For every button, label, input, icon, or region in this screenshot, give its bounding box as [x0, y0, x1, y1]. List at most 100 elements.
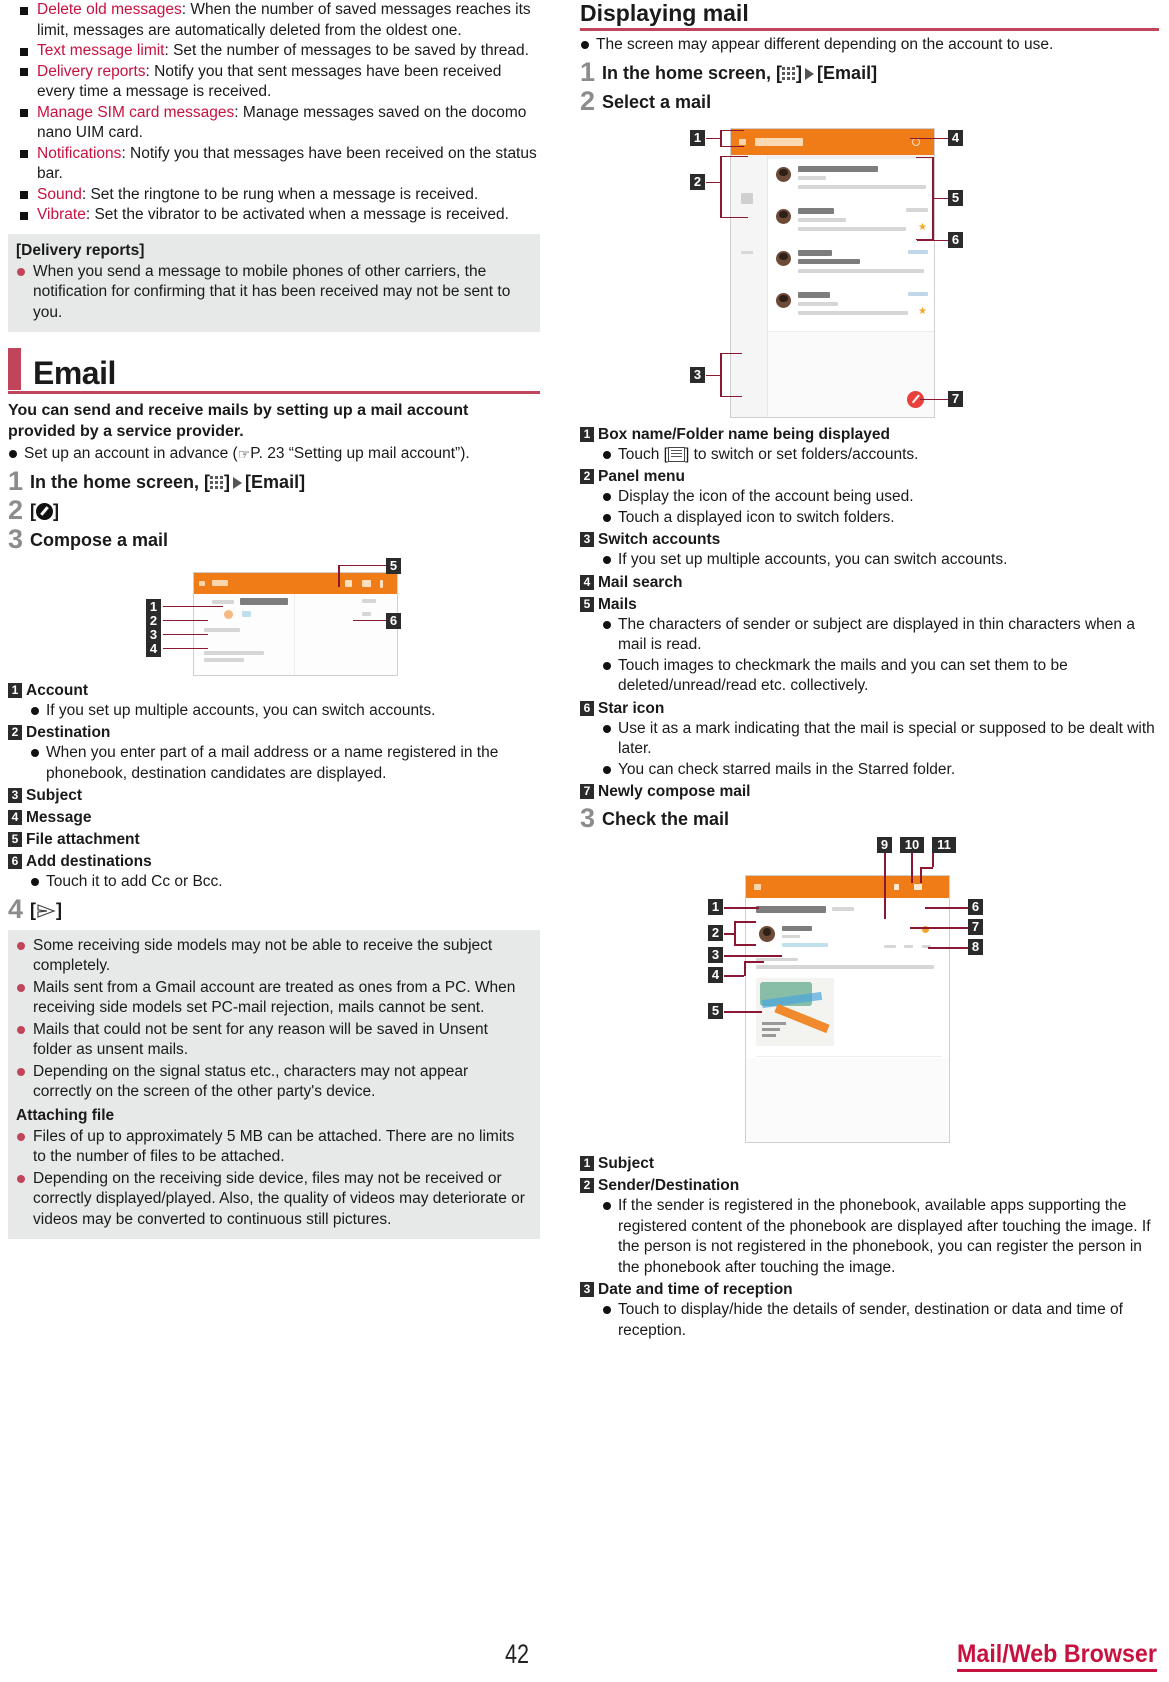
- desc-sub-text: You can check starred mails in the Starr…: [618, 760, 956, 778]
- list-item: When you send a message to mobile phones…: [16, 262, 530, 324]
- square-bullet-icon: [20, 6, 28, 15]
- callout-marker: 6: [8, 854, 22, 869]
- chevron-right-icon: [233, 476, 243, 489]
- step-1: 1 In the home screen, [] [Email]: [8, 465, 540, 496]
- mail-detail-figure: 9 10 11 1 2 3 4 5 6 7 8: [580, 837, 1159, 1149]
- app-bar: [731, 128, 934, 155]
- list-item: The screen may appear different dependin…: [580, 35, 1159, 56]
- round-bullet-icon: [17, 1025, 25, 1034]
- desc-label: Panel menu: [598, 468, 685, 485]
- figure-callout-1: 1: [708, 899, 723, 915]
- step-text-post: ]: [53, 500, 59, 521]
- leader-line: [720, 129, 744, 131]
- desc-sub-text: Touch to display/hide the details of sen…: [618, 1301, 1123, 1339]
- leader-line: [720, 395, 742, 397]
- app-drawer-icon: [782, 66, 796, 81]
- list-item: You can check starred mails in the Starr…: [602, 760, 1159, 781]
- leader-line: [353, 619, 386, 621]
- star-icon[interactable]: ★: [918, 222, 927, 233]
- callout-marker: 1: [580, 1156, 594, 1171]
- leader-line: [920, 867, 933, 869]
- app-bar: [194, 572, 397, 594]
- leader-line: [338, 564, 386, 566]
- figure-callout-5: 5: [948, 189, 963, 206]
- leader-line: [920, 867, 922, 883]
- list-item: Touch images to checkmark the mails and …: [602, 656, 1159, 697]
- page-number: 42: [505, 1639, 530, 1669]
- list-item: Sound: Set the ringtone to be rung when …: [16, 185, 540, 206]
- step-number: 1: [8, 465, 24, 496]
- compose-description-list: 1 Account If you set up multiple accounts…: [8, 680, 540, 893]
- attached-image-thumbnail[interactable]: [756, 978, 834, 1046]
- detail-description-list: 1 Subject 2 Sender/Destination If the send…: [580, 1153, 1159, 1341]
- note-list: When you send a message to mobile phones…: [16, 262, 530, 324]
- round-bullet-icon: [17, 1067, 25, 1076]
- setting-term: Text message limit: [37, 42, 165, 59]
- round-bullet-icon: [31, 706, 39, 715]
- sms-settings-list: Delete old messages: When the number of …: [8, 0, 540, 226]
- desc-label: Subject: [26, 787, 82, 804]
- leader-line: [720, 352, 742, 354]
- figure-callout-6: 6: [948, 231, 963, 248]
- figure-callout-5: 5: [708, 1003, 723, 1019]
- list-item: If you set up multiple accounts, you can…: [602, 550, 1159, 571]
- leader-line: [884, 853, 886, 919]
- square-bullet-icon: [20, 68, 28, 76]
- setting-term: Delete old messages: [37, 1, 182, 18]
- desc-sub-text: Touch it to add Cc or Bcc.: [46, 873, 223, 890]
- desc-label: Mails: [598, 595, 637, 613]
- note-title: [Delivery reports]: [16, 241, 145, 259]
- round-bullet-icon: [17, 1132, 25, 1141]
- step-text-pre: In the home screen, [: [30, 471, 211, 492]
- leader-line: [163, 647, 208, 649]
- step-4: 4 []: [8, 895, 540, 922]
- setting-term: Notifications: [37, 144, 122, 162]
- page-footer: 42 Mail/Web Browser: [0, 1612, 1169, 1682]
- desc-sub-list: Display the icon of the account being us…: [602, 487, 1159, 528]
- note-text: Some receiving side models may not be ab…: [33, 936, 493, 975]
- setting-term: Sound: [37, 185, 82, 203]
- send-arrow-icon: [36, 901, 56, 918]
- list-item: Files of up to approximately 5 MB can be…: [16, 1127, 530, 1168]
- desc-label: Star icon: [598, 699, 665, 717]
- leader-line: [932, 853, 934, 867]
- setting-term: Delivery reports: [37, 62, 146, 80]
- manual-page: Delete old messages: When the number of …: [0, 0, 1169, 1682]
- leader-line: [720, 216, 748, 218]
- desc-sub-list: Touch it to add Cc or Bcc.: [30, 872, 540, 893]
- mail-list-figure: ★ ★ 1 2 3 4 5 6 7: [580, 120, 1159, 420]
- figure-callout-6: 6: [968, 899, 983, 915]
- leader-line: [744, 961, 764, 963]
- square-bullet-icon: [20, 211, 28, 220]
- figure-callout-7: 7: [968, 919, 983, 935]
- desc-entry: 2 Destination: [8, 722, 540, 743]
- desc-sub-list: The characters of sender or subject are …: [602, 615, 1159, 697]
- list-item: Depending on the receiving side device, …: [16, 1169, 530, 1231]
- round-bullet-icon: [9, 450, 17, 458]
- leader-line: [925, 907, 968, 909]
- desc-entry: 1 Box name/Folder name being displayed: [580, 424, 1159, 445]
- desc-sub-list: If you set up multiple accounts, you can…: [30, 701, 540, 722]
- desc-sub-list: Touch to display/hide the details of sen…: [602, 1300, 1159, 1341]
- leader-line: [724, 907, 759, 909]
- app-bar: [746, 876, 949, 898]
- list-item: If the sender is registered in the phone…: [602, 1196, 1159, 1278]
- star-icon[interactable]: ★: [918, 306, 927, 317]
- list-item: Display the icon of the account being us…: [602, 487, 1159, 508]
- maillist-description-list: 1 Box name/Folder name being displayed To…: [580, 424, 1159, 803]
- list-item: Text message limit: Set the number of me…: [16, 41, 540, 62]
- desc-entry: 1 Account: [8, 680, 540, 701]
- desc-entry: 4 Message: [8, 807, 540, 828]
- desc-label: Subject: [598, 1155, 654, 1172]
- leader-line: [706, 181, 720, 183]
- step-number: 3: [8, 523, 24, 554]
- desc-entry: 6 Add destinations: [8, 851, 540, 872]
- right-column: Displaying mail The screen may appear di…: [560, 0, 1169, 1341]
- figure-callout-9: 9: [877, 837, 892, 853]
- desc-sub-list: When you enter part of a mail address or…: [30, 743, 540, 784]
- callout-marker: 3: [580, 532, 594, 547]
- round-bullet-icon: [17, 267, 25, 276]
- note-subtitle: Attaching file: [16, 1106, 115, 1124]
- desc-label: Message: [26, 809, 92, 826]
- leader-line: [338, 564, 340, 587]
